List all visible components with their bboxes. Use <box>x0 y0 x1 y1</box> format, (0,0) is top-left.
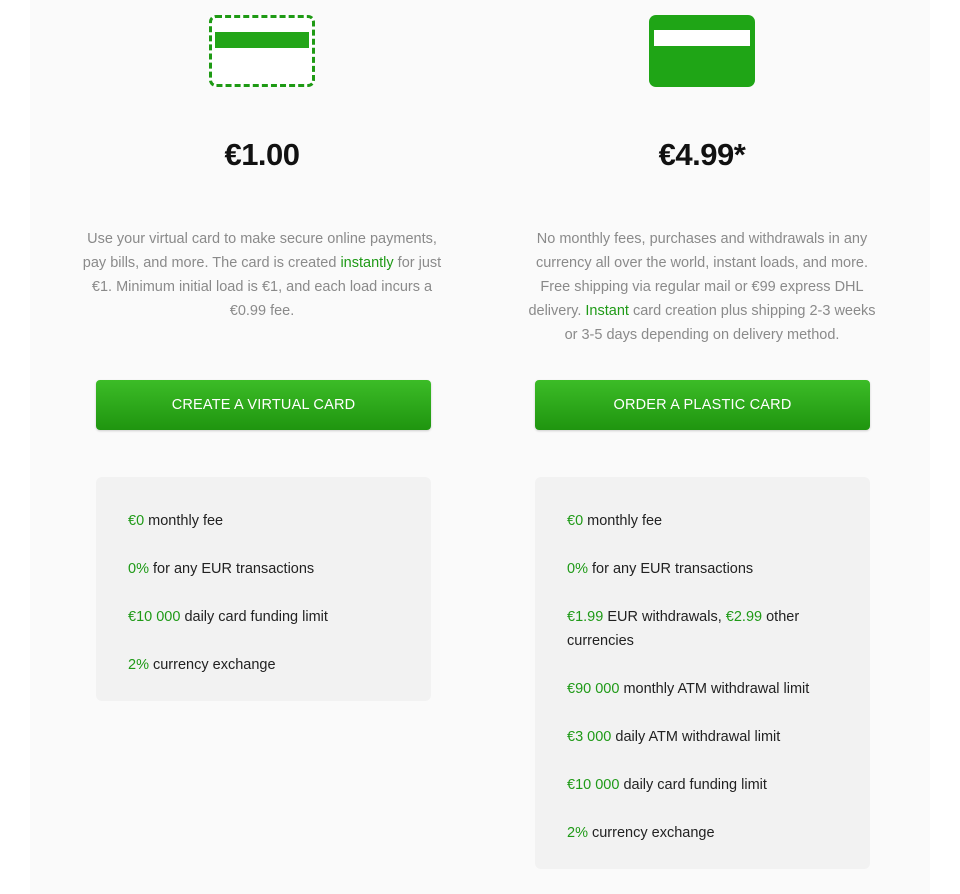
feature-item: €0 monthly fee <box>128 509 411 533</box>
feature-text: currency exchange <box>587 825 715 841</box>
feature-item: €0 monthly fee <box>567 509 850 533</box>
create-virtual-card-button[interactable]: CREATE A VIRTUAL CARD <box>96 380 431 430</box>
virtual-card-price: €1.00 <box>224 137 300 172</box>
plastic-features-panel: €0 monthly fee 0% for any EUR transactio… <box>535 477 870 869</box>
virtual-card-stripe <box>215 32 309 48</box>
plastic-card-price: €4.99* <box>658 137 746 172</box>
feature-item: 2% currency exchange <box>128 653 411 677</box>
feature-value: 2% <box>128 657 149 673</box>
feature-value: €10 000 <box>128 609 181 625</box>
feature-text: monthly fee <box>144 513 224 529</box>
feature-item: €1.99 EUR withdrawals, €2.99 other curre… <box>567 605 850 653</box>
feature-value: 0% <box>567 561 588 577</box>
feature-value: €0 <box>128 513 145 529</box>
feature-item: 0% for any EUR transactions <box>128 557 411 581</box>
virtual-desc-highlight: instantly <box>340 255 394 271</box>
feature-value: €10 000 <box>567 777 620 793</box>
feature-text: daily card funding limit <box>619 777 767 793</box>
plastic-card-icon <box>649 15 755 87</box>
feature-item: €10 000 daily card funding limit <box>128 605 411 629</box>
feature-value: €90 000 <box>567 681 620 697</box>
plastic-card-description: No monthly fees, purchases and withdrawa… <box>521 227 883 347</box>
feature-value: €3 000 <box>567 729 612 745</box>
feature-value-secondary: €2.99 <box>725 609 763 625</box>
virtual-card-description: Use your virtual card to make secure onl… <box>82 227 442 323</box>
feature-item: 0% for any EUR transactions <box>567 557 850 581</box>
plastic-desc-highlight: Instant <box>585 303 629 319</box>
order-plastic-card-button[interactable]: ORDER A PLASTIC CARD <box>535 380 870 430</box>
feature-text: daily ATM withdrawal limit <box>611 729 781 745</box>
virtual-card-icon <box>209 15 315 87</box>
feature-text: daily card funding limit <box>180 609 328 625</box>
feature-item: €10 000 daily card funding limit <box>567 773 850 797</box>
feature-text: monthly fee <box>583 513 663 529</box>
feature-value: €0 <box>567 513 584 529</box>
feature-item: €3 000 daily ATM withdrawal limit <box>567 725 850 749</box>
feature-value: €1.99 <box>567 609 604 625</box>
virtual-features-panel: €0 monthly fee 0% for any EUR transactio… <box>96 477 431 701</box>
feature-value: 2% <box>567 825 588 841</box>
feature-text: for any EUR transactions <box>148 561 315 577</box>
feature-text: monthly ATM withdrawal limit <box>619 681 810 697</box>
feature-item: €90 000 monthly ATM withdrawal limit <box>567 677 850 701</box>
plastic-card-stripe <box>654 30 750 46</box>
feature-value: 0% <box>128 561 149 577</box>
feature-text: for any EUR transactions <box>587 561 754 577</box>
feature-item: 2% currency exchange <box>567 821 850 845</box>
feature-text: EUR withdrawals, <box>603 609 726 625</box>
feature-text: currency exchange <box>148 657 276 673</box>
